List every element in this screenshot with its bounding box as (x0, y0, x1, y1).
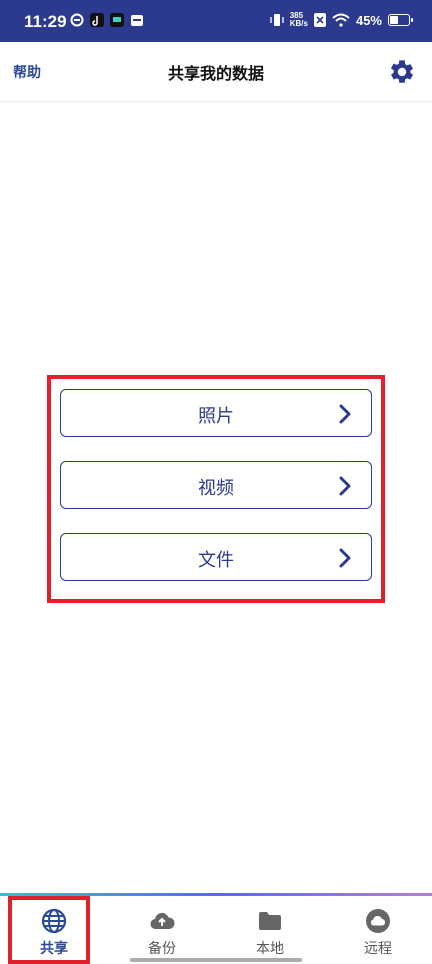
nav-label: 备份 (148, 941, 176, 957)
gesture-bar[interactable] (130, 958, 302, 962)
sync-icon (70, 13, 84, 27)
vibrate-icon (270, 14, 284, 26)
menu-label: 照片 (198, 406, 234, 427)
cloud-upload-icon (150, 912, 175, 930)
status-right: 385 KB/s 45% (270, 12, 413, 28)
tiktok-icon (90, 13, 104, 27)
folder-icon (259, 912, 281, 930)
nav-label: 本地 (256, 941, 284, 957)
photos-button[interactable]: 照片 (60, 389, 372, 437)
nav-item-backup[interactable]: 备份 (108, 896, 216, 964)
chevron-right-icon (339, 404, 351, 424)
status-time: 11:29 (24, 12, 67, 31)
gear-icon[interactable] (388, 58, 416, 86)
chevron-right-icon (339, 548, 351, 568)
wifi-icon (332, 13, 350, 27)
nav-item-remote[interactable]: 远程 (324, 896, 432, 964)
chevron-right-icon (339, 476, 351, 496)
status-bar: 11:29 385 KB/s 45% (0, 0, 432, 42)
net-speed: 385 KB/s (290, 12, 308, 28)
no-sim-icon (313, 13, 326, 27)
battery-icon (388, 14, 413, 26)
app-icon (110, 13, 124, 27)
files-button[interactable]: 文件 (60, 533, 372, 581)
menu-label: 视频 (198, 478, 234, 499)
app-bar: 帮助 共享我的数据 (0, 42, 432, 102)
cloud-icon (366, 909, 390, 933)
nav-label: 远程 (364, 941, 392, 957)
videos-button[interactable]: 视频 (60, 461, 372, 509)
net-speed-unit: KB/s (289, 19, 308, 28)
battery-percent: 45% (355, 12, 382, 28)
notification-icons (70, 13, 144, 27)
calendar-icon (131, 15, 143, 26)
menu-label: 文件 (198, 550, 234, 571)
battery-fill (390, 16, 398, 24)
page-title: 共享我的数据 (167, 64, 264, 83)
nav-item-local[interactable]: 本地 (216, 896, 324, 964)
nav-highlight-frame (8, 896, 90, 964)
